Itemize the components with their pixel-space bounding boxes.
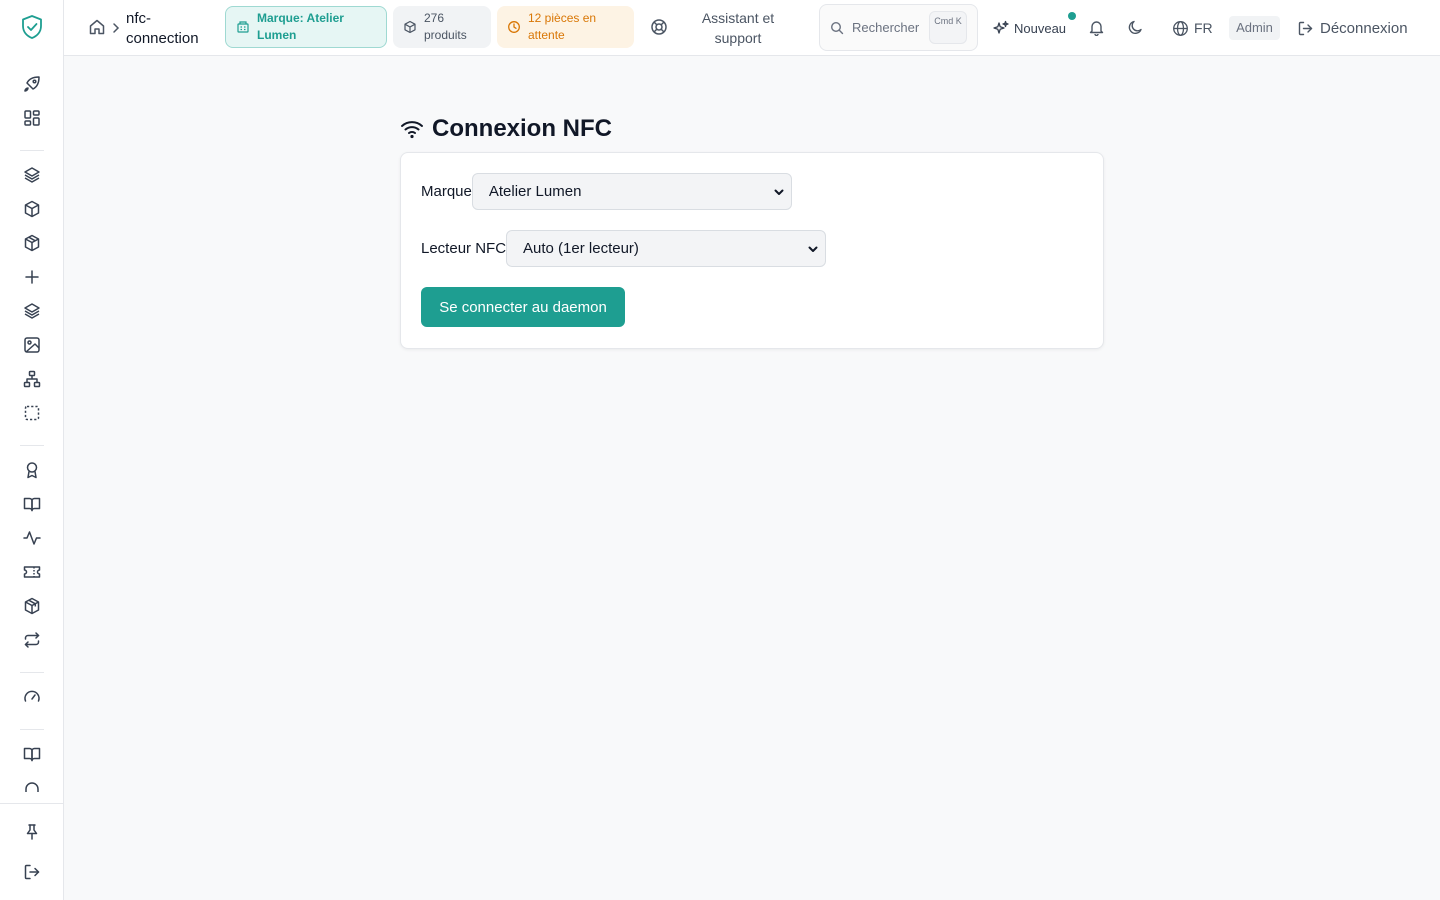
globe-icon (1172, 20, 1189, 37)
brand-select[interactable]: Atelier Lumen (471, 173, 792, 210)
search-placeholder: Rechercher (852, 20, 920, 35)
brand-field: Marque Atelier Lumen (421, 173, 792, 210)
pending-pill-label: 12 pièces en attente (528, 11, 597, 42)
pending-pill[interactable]: 12 pièces en attente (497, 6, 634, 48)
logout-label: Déconnexion (1320, 19, 1408, 37)
layers-icon[interactable] (22, 165, 42, 185)
brand-field-label: Marque (421, 183, 472, 200)
sitemap-icon[interactable] (22, 369, 42, 389)
package-icon[interactable] (22, 596, 42, 616)
products-pill-label: 276 produits (424, 11, 467, 42)
connect-daemon-button[interactable]: Se connecter au daemon (421, 287, 625, 327)
box-outline-icon[interactable] (22, 233, 42, 253)
brand-pill-label: Marque: Atelier Lumen (257, 11, 344, 42)
headphones-icon[interactable] (22, 778, 42, 792)
sidebar-divider (20, 445, 44, 446)
image-icon[interactable] (22, 335, 42, 355)
search-shortcut-badge: Cmd K (929, 11, 967, 44)
new-button-label: Nouveau (1014, 20, 1067, 36)
sparkles-icon (993, 20, 1009, 36)
nfc-reader-select[interactable]: Auto (1er lecteur) (506, 230, 827, 267)
top-header: nfc-connection Marque: Atelier Lumen 276… (64, 0, 1440, 56)
shield-logo-icon[interactable] (19, 14, 45, 40)
logout-icon[interactable] (22, 862, 42, 882)
nfc-reader-select-value: Auto (1er lecteur) (523, 240, 639, 257)
products-pill[interactable]: 276 produits (393, 6, 491, 48)
package-icon (403, 20, 417, 34)
layers-stack-icon[interactable] (22, 301, 42, 321)
dashboard-grid-icon[interactable] (22, 108, 42, 128)
brand-pill[interactable]: Marque: Atelier Lumen (225, 6, 387, 48)
role-badge: Admin (1229, 16, 1280, 40)
book-icon[interactable] (22, 744, 42, 764)
sidebar-bottom-divider (0, 803, 64, 804)
sidebar (0, 0, 64, 900)
nfc-reader-field-label: Lecteur NFC (421, 240, 507, 257)
clock-icon (507, 20, 521, 34)
sidebar-divider (20, 672, 44, 673)
box-icon[interactable] (22, 199, 42, 219)
sidebar-divider (20, 150, 44, 151)
lifebuoy-icon[interactable] (650, 18, 668, 36)
pin-icon[interactable] (22, 822, 42, 842)
logout-button[interactable]: Déconnexion (1297, 17, 1408, 39)
sidebar-divider (20, 729, 44, 730)
page-title-row: Connexion NFC (400, 114, 612, 144)
rocket-icon[interactable] (22, 74, 42, 94)
chevron-right-icon (111, 21, 121, 35)
ticket-icon[interactable] (22, 562, 42, 582)
brand-select-value: Atelier Lumen (488, 183, 582, 200)
gauge-icon[interactable] (22, 687, 42, 707)
repeat-icon[interactable] (22, 630, 42, 650)
language-label: FR (1194, 20, 1213, 36)
plus-icon[interactable] (22, 267, 42, 287)
new-button[interactable]: Nouveau (993, 17, 1066, 39)
building-icon (236, 20, 250, 34)
nfc-reader-field: Lecteur NFC Auto (1er lecteur) (421, 230, 827, 267)
logout-icon (1297, 20, 1314, 37)
assistant-support-link[interactable]: Assistant et support (690, 8, 786, 48)
wifi-icon (400, 117, 424, 141)
moon-icon[interactable] (1127, 19, 1144, 36)
language-selector[interactable]: FR (1172, 18, 1213, 38)
search-icon (830, 21, 844, 35)
new-indicator-dot (1068, 12, 1076, 20)
activity-icon[interactable] (22, 528, 42, 548)
breadcrumb-current: nfc-connection (126, 10, 199, 47)
bell-icon[interactable] (1088, 19, 1105, 36)
chevron-down-icon (773, 186, 785, 198)
nfc-connection-card: Marque Atelier Lumen Lecteur NFC Auto (1… (400, 152, 1104, 349)
search-input[interactable]: Rechercher Cmd K (819, 4, 978, 51)
page-title: Connexion NFC (432, 115, 612, 142)
chevron-down-icon (807, 243, 819, 255)
dashed-square-icon[interactable] (22, 403, 42, 423)
book-open-icon[interactable] (22, 494, 42, 514)
award-icon[interactable] (22, 460, 42, 480)
home-icon[interactable] (88, 18, 106, 36)
